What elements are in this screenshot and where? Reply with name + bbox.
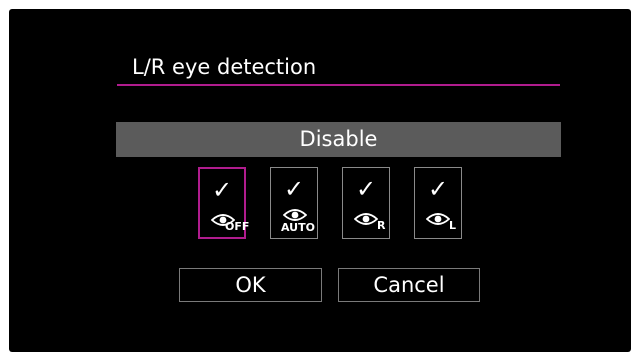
title-divider — [117, 84, 560, 86]
option-left-eye[interactable]: ✓ L — [414, 167, 462, 239]
option-off-badge: OFF — [225, 220, 250, 233]
option-auto-badge: AUTO — [281, 221, 315, 234]
check-icon: ✓ — [283, 175, 305, 203]
ok-button[interactable]: OK — [179, 268, 322, 302]
eye-detect-auto-icon — [283, 209, 307, 221]
option-right-badge: R — [377, 219, 386, 232]
dialog-title: L/R eye detection — [132, 55, 317, 79]
current-setting-display: Disable — [116, 122, 561, 157]
check-icon: ✓ — [355, 175, 377, 203]
camera-menu-screen: L/R eye detection Disable ✓ OFF ✓ AUTO ✓… — [9, 9, 631, 352]
eye-detect-right-icon — [354, 213, 378, 225]
option-right-eye[interactable]: ✓ R — [342, 167, 390, 239]
check-icon: ✓ — [211, 176, 233, 204]
eye-detect-left-icon — [426, 213, 450, 225]
check-icon: ✓ — [427, 175, 449, 203]
option-auto[interactable]: ✓ AUTO — [270, 167, 318, 239]
cancel-button[interactable]: Cancel — [338, 268, 480, 302]
option-left-badge: L — [449, 219, 457, 232]
option-off[interactable]: ✓ OFF — [198, 167, 250, 239]
